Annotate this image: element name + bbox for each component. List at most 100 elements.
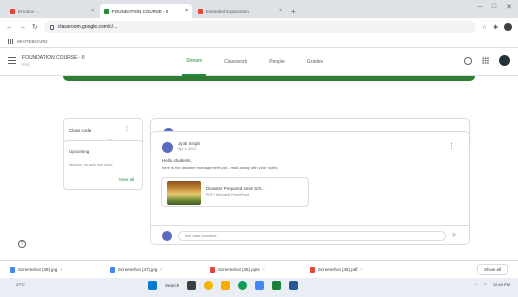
attachment-type: PDF / Microsoft PowerPoint — [206, 193, 249, 197]
tab-stream[interactable]: Stream — [182, 48, 207, 76]
chevron-up-icon[interactable]: ^ — [263, 267, 265, 272]
post-text-line: here is the disaster management ppt - re… — [162, 165, 279, 170]
clock[interactable]: 10:49 PM — [493, 282, 510, 287]
browser-tab-2[interactable]: FOUNDATION COURSE - II × — [100, 4, 192, 18]
attachment-title: Disaster Prepared ness S/II... — [206, 186, 265, 191]
os-taskbar: 27°C Search ^ ◠ 10:49 PM — [0, 278, 518, 297]
comment-input[interactable]: Add class comment... — [178, 231, 446, 241]
reload-icon[interactable]: ↻ — [32, 23, 38, 31]
tab-grades[interactable]: Grades — [303, 48, 327, 76]
extensions: ☆ ✱ — [482, 23, 512, 31]
course-subtitle: FYC — [22, 62, 30, 67]
file-icon — [210, 266, 215, 273]
tab-people[interactable]: People — [265, 48, 289, 76]
task-view-icon[interactable] — [187, 281, 197, 290]
download-label: Screenshot (45).pdf — [318, 267, 358, 272]
tab-label: Extended Exploration — [206, 8, 249, 14]
store-icon[interactable] — [255, 281, 265, 290]
attachment-thumbnail — [167, 181, 201, 205]
view-all-link[interactable]: View all — [119, 177, 134, 182]
download-item[interactable]: Screenshot (46).pptx ^ — [210, 266, 302, 273]
profile-avatar[interactable] — [504, 23, 512, 31]
puzzle-icon[interactable]: ✱ — [493, 24, 498, 31]
stream-post: Jyoti Singh Apr 1, 2021 ⋮ Hello students… — [150, 131, 470, 245]
show-all-button[interactable]: Show all — [476, 264, 508, 275]
download-item[interactable]: Screenshot (45).pdf ^ — [310, 266, 402, 273]
more-vert-icon[interactable]: ⋮ — [124, 125, 130, 132]
bookmarks-bar: WHITEBOARD — [0, 36, 518, 48]
taskbar-search[interactable]: Search — [165, 283, 179, 288]
browser-tab-strip: M Inbox - ... × FOUNDATION COURSE - II ×… — [0, 0, 518, 18]
tab-classwork[interactable]: Classwork — [220, 48, 251, 76]
url-text: classroom.google.com/c/... — [57, 24, 118, 30]
back-icon[interactable]: ← — [6, 24, 13, 31]
comment-row: Add class comment... ➤ — [151, 225, 469, 245]
file-explorer-icon[interactable] — [221, 281, 231, 290]
class-banner — [63, 76, 475, 81]
word-icon[interactable] — [289, 281, 299, 290]
chevron-up-icon[interactable]: ^ — [475, 282, 477, 287]
bookmark-item[interactable]: WHITEBOARD — [17, 39, 48, 44]
post-text-line: Hello students, — [162, 158, 192, 163]
mail-icon[interactable] — [272, 281, 282, 290]
lock-icon — [49, 24, 54, 30]
file-icon — [310, 266, 315, 273]
course-title[interactable]: FOUNDATION COURSE - II — [22, 55, 85, 61]
post-author: Jyoti Singh — [178, 141, 201, 146]
tab-label: FOUNDATION COURSE - II — [112, 8, 169, 14]
chevron-up-icon[interactable]: ^ — [361, 267, 363, 272]
browser-tab-1[interactable]: M Inbox - ... × — [6, 4, 98, 18]
post-date: Apr 1, 2021 — [178, 147, 197, 151]
new-tab-button[interactable]: + — [291, 7, 296, 16]
weather-widget[interactable]: 27°C — [16, 282, 25, 287]
upcoming-card: Upcoming Woohoo, no work due soon! View … — [63, 140, 143, 190]
upcoming-empty-text: Woohoo, no work due soon! — [69, 163, 113, 167]
url-field[interactable]: classroom.google.com/c/... — [43, 21, 476, 33]
wifi-icon[interactable]: ◠ — [483, 282, 487, 287]
downloads-shelf: Screenshot (48).jpg ^ Screenshot (47).jp… — [0, 260, 518, 278]
send-icon[interactable]: ➤ — [451, 231, 457, 239]
window-controls: – □ ✕ — [478, 3, 512, 11]
file-icon — [10, 266, 15, 273]
download-label: Screenshot (48).jpg — [18, 267, 58, 272]
download-label: Screenshot (47).jpg — [118, 267, 158, 272]
file-icon — [110, 266, 115, 273]
apps-grid-icon[interactable] — [482, 57, 489, 64]
star-icon[interactable]: ☆ — [482, 24, 487, 31]
system-tray: ^ ◠ 10:49 PM — [475, 282, 510, 287]
download-item[interactable]: Screenshot (47).jpg ^ — [110, 266, 202, 273]
tab-label: M Inbox - ... — [18, 8, 42, 14]
header-actions — [464, 55, 510, 66]
maximize-button[interactable]: □ — [492, 3, 496, 11]
close-window-button[interactable]: ✕ — [506, 3, 512, 11]
address-bar: ← → ↻ classroom.google.com/c/... ☆ ✱ — [0, 18, 518, 36]
class-code-label: Class code — [69, 128, 92, 133]
chevron-up-icon[interactable]: ^ — [60, 267, 62, 272]
chrome-icon[interactable] — [204, 281, 214, 290]
download-item[interactable]: Screenshot (48).jpg ^ — [10, 266, 102, 273]
browser-tab-3[interactable]: Extended Exploration × — [194, 4, 286, 18]
start-icon[interactable] — [148, 281, 157, 290]
classroom-icon — [104, 8, 109, 14]
forward-icon[interactable]: → — [19, 24, 26, 31]
upcoming-title: Upcoming — [69, 149, 90, 154]
close-tab-icon[interactable]: × — [91, 8, 94, 14]
menu-icon[interactable] — [8, 57, 16, 64]
avatar — [162, 142, 173, 153]
close-tab-icon[interactable]: × — [185, 8, 188, 14]
download-label: Screenshot (46).pptx — [218, 267, 260, 272]
attachment-card[interactable]: Disaster Prepared ness S/II... PDF / Mic… — [161, 177, 309, 207]
avatar[interactable] — [499, 55, 510, 66]
gmail-icon — [10, 8, 15, 14]
chevron-up-icon[interactable]: ^ — [160, 267, 162, 272]
avatar — [162, 231, 172, 241]
close-tab-icon[interactable]: × — [279, 8, 282, 14]
more-vert-icon[interactable]: ⋮ — [448, 142, 455, 150]
taskbar-apps: Search — [148, 281, 299, 290]
help-icon[interactable]: ? — [18, 240, 26, 248]
apps-icon[interactable] — [8, 39, 13, 44]
edge-icon[interactable] — [238, 281, 248, 290]
gear-icon[interactable] — [464, 56, 472, 65]
youtube-icon — [198, 8, 203, 14]
minimize-button[interactable]: – — [478, 3, 482, 11]
